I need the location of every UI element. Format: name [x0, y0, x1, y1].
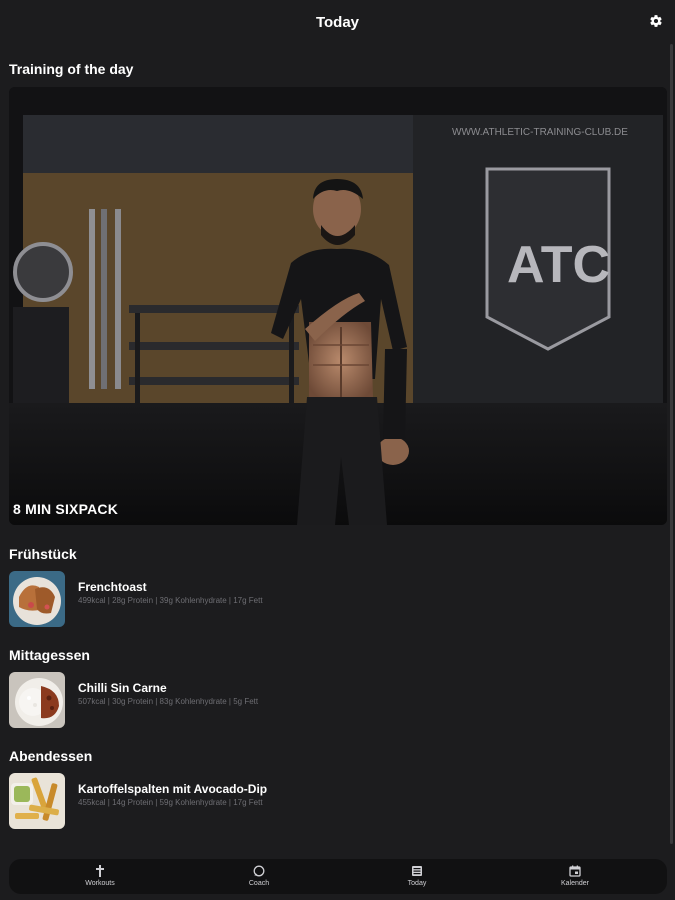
meal-image — [9, 571, 65, 627]
gear-icon[interactable] — [649, 14, 663, 28]
tab-workouts[interactable]: Workouts — [20, 859, 180, 894]
meal-macros: 455kcal | 14g Protein | 59g Kohlenhydrat… — [78, 798, 263, 807]
training-section-title: Training of the day — [9, 61, 134, 77]
meal-macros: 507kcal | 30g Protein | 83g Kohlenhydrat… — [78, 697, 259, 706]
meal-name: Kartoffelspalten mit Avocado-Dip — [78, 782, 268, 796]
atc-logo-text: ATC — [507, 236, 610, 294]
training-of-the-day-card[interactable]: WWW.ATHLETIC-TRAINING-CLUB.DE ATC 8 MIN … — [9, 87, 667, 525]
dinner-section-title: Abendessen — [9, 748, 93, 764]
chat-icon — [253, 865, 265, 877]
meal-item-breakfast[interactable]: Frenchtoast 499kcal | 28g Protein | 39g … — [9, 571, 649, 629]
workout-hero-image: WWW.ATHLETIC-TRAINING-CLUB.DE ATC — [9, 87, 667, 525]
meal-image — [9, 672, 65, 728]
tab-kalender[interactable]: Kalender — [495, 859, 655, 894]
tab-coach[interactable]: Coach — [179, 859, 339, 894]
tab-label: Coach — [248, 880, 270, 887]
calendar-icon — [569, 865, 581, 877]
tab-label: Workouts — [85, 880, 115, 887]
tab-label: Today — [407, 880, 427, 887]
cross-icon — [96, 865, 104, 877]
meal-image — [9, 773, 65, 829]
meal-macros: 499kcal | 28g Protein | 39g Kohlenhydrat… — [78, 596, 263, 605]
scrollbar[interactable] — [670, 44, 673, 844]
tab-label: Kalender — [560, 880, 590, 887]
tab-today[interactable]: Today — [337, 859, 497, 894]
meal-item-lunch[interactable]: Chilli Sin Carne 507kcal | 30g Protein |… — [9, 672, 649, 730]
meal-name: Chilli Sin Carne — [78, 681, 167, 695]
meal-item-dinner[interactable]: Kartoffelspalten mit Avocado-Dip 455kcal… — [9, 773, 649, 831]
workout-title: 8 MIN SIXPACK — [13, 501, 119, 517]
bottom-tab-bar: Workouts Coach Today Kalender — [9, 859, 667, 894]
breakfast-section-title: Frühstück — [9, 546, 77, 562]
top-bar: Today — [0, 0, 675, 44]
meal-name: Frenchtoast — [78, 580, 147, 594]
wall-sign-text: WWW.ATHLETIC-TRAINING-CLUB.DE — [452, 127, 628, 138]
page-title: Today — [315, 14, 360, 31]
list-icon — [412, 866, 422, 876]
lunch-section-title: Mittagessen — [9, 647, 90, 663]
today-screen: Today Training of the day WWW.ATHLETIC-T… — [0, 0, 675, 900]
